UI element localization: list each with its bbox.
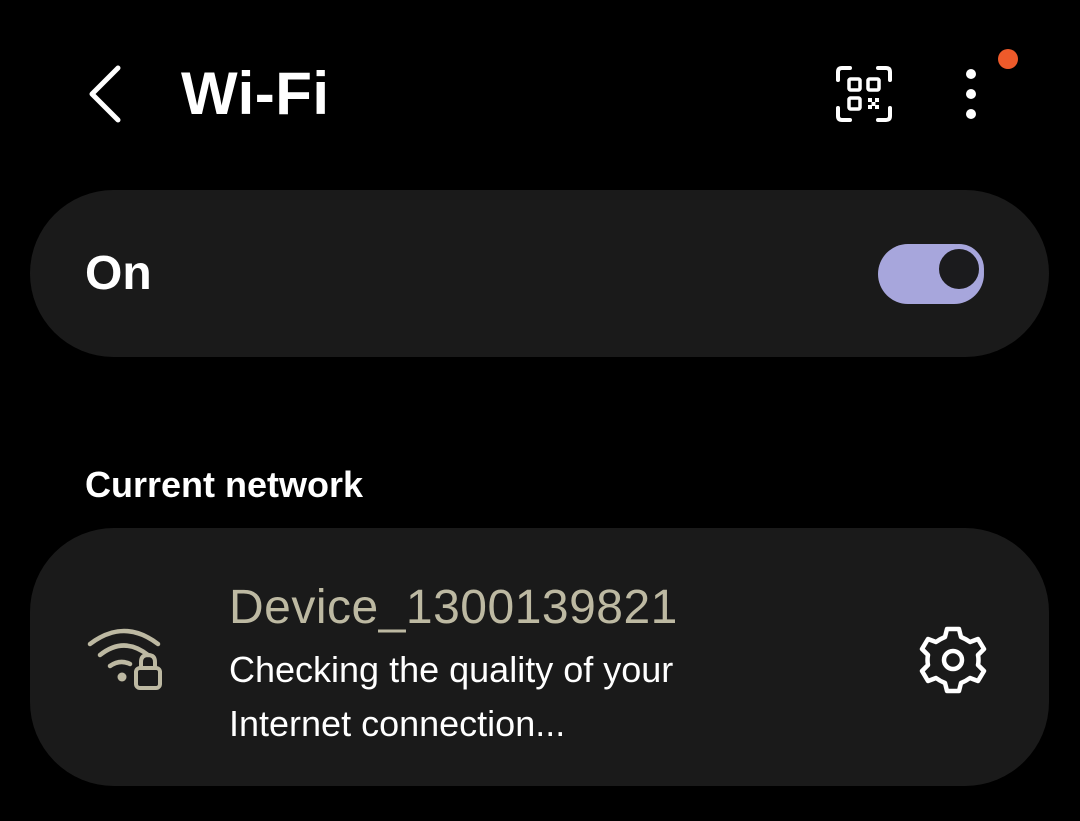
more-options-button[interactable] [946, 62, 996, 126]
qr-code-scan-icon [836, 66, 892, 122]
back-button[interactable] [78, 62, 134, 126]
network-settings-button[interactable] [913, 620, 993, 700]
section-title-current-network: Current network [85, 464, 364, 505]
current-network-card[interactable]: Device_1300139821 Checking the quality o… [30, 528, 1049, 786]
chevron-left-icon [89, 65, 121, 123]
notification-dot [998, 49, 1018, 69]
network-status: Checking the quality of your Internet co… [229, 649, 674, 744]
wifi-lock-icon [86, 622, 170, 694]
wifi-toggle[interactable] [878, 244, 984, 304]
gear-icon [919, 626, 987, 694]
wifi-master-switch-card[interactable]: On [30, 190, 1049, 357]
network-name: Device_1300139821 [229, 581, 678, 634]
wifi-master-label: On [85, 247, 152, 300]
app-header: Wi-Fi [0, 0, 1080, 190]
qr-scan-button[interactable] [830, 62, 898, 126]
page-title: Wi-Fi [181, 60, 330, 127]
toggle-knob [934, 244, 984, 294]
more-vertical-icon [966, 69, 976, 119]
